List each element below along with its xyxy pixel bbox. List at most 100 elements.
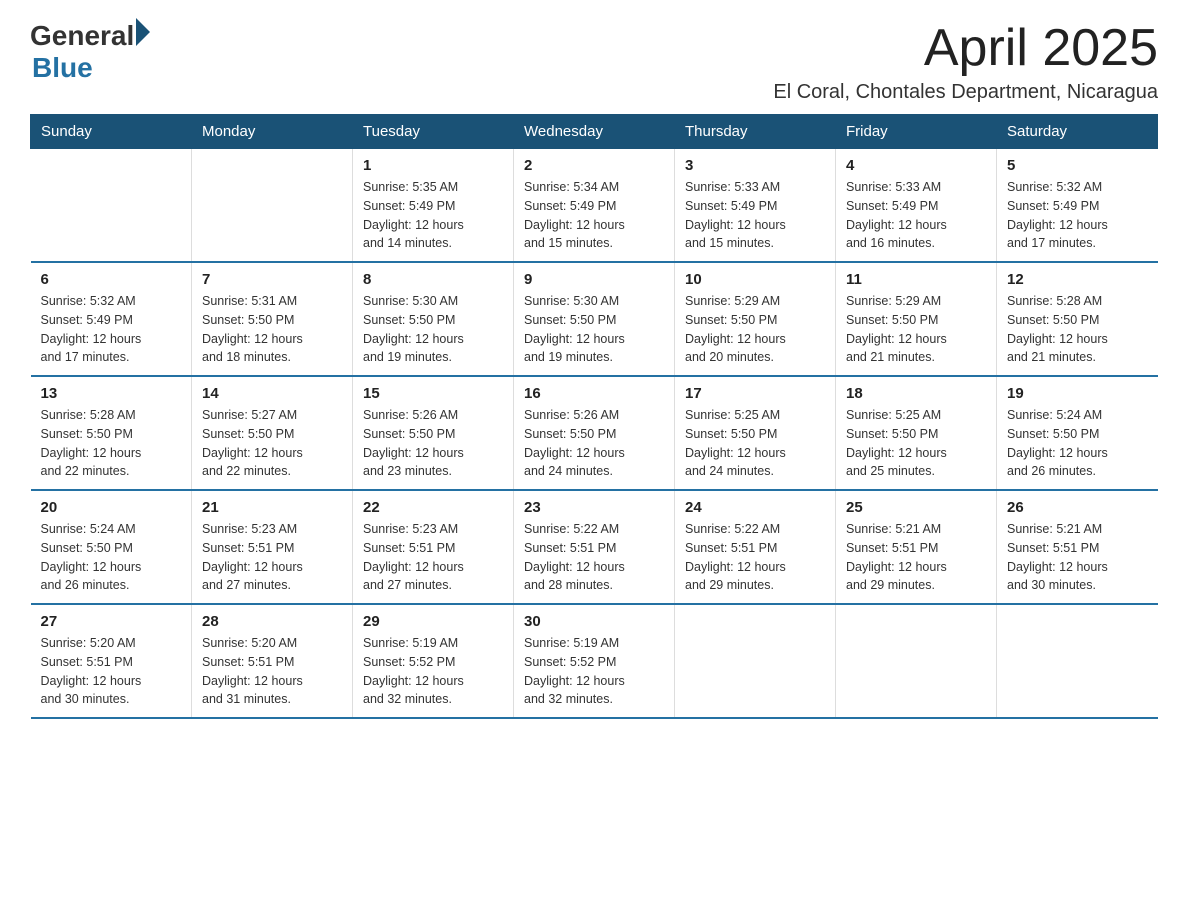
weekday-header-wednesday: Wednesday [514, 115, 675, 149]
day-info: Sunrise: 5:28 AMSunset: 5:50 PMDaylight:… [41, 406, 182, 481]
day-number: 4 [846, 157, 986, 174]
day-number: 6 [41, 271, 182, 288]
day-info: Sunrise: 5:23 AMSunset: 5:51 PMDaylight:… [202, 520, 342, 595]
day-info: Sunrise: 5:23 AMSunset: 5:51 PMDaylight:… [363, 520, 503, 595]
day-info: Sunrise: 5:34 AMSunset: 5:49 PMDaylight:… [524, 178, 664, 253]
day-info: Sunrise: 5:29 AMSunset: 5:50 PMDaylight:… [846, 292, 986, 367]
calendar-cell: 2 Sunrise: 5:34 AMSunset: 5:49 PMDaylight… [514, 149, 675, 263]
calendar-cell: 5 Sunrise: 5:32 AMSunset: 5:49 PMDaylight… [997, 149, 1158, 263]
day-number: 14 [202, 385, 342, 402]
weekday-header-tuesday: Tuesday [353, 115, 514, 149]
day-info: Sunrise: 5:24 AMSunset: 5:50 PMDaylight:… [41, 520, 182, 595]
calendar-cell: 26 Sunrise: 5:21 AMSunset: 5:51 PMDayligh… [997, 490, 1158, 604]
calendar-cell [675, 604, 836, 718]
calendar-cell: 29 Sunrise: 5:19 AMSunset: 5:52 PMDayligh… [353, 604, 514, 718]
day-number: 11 [846, 271, 986, 288]
day-number: 2 [524, 157, 664, 174]
logo-text-general: General [30, 20, 134, 52]
day-info: Sunrise: 5:21 AMSunset: 5:51 PMDaylight:… [1007, 520, 1148, 595]
day-number: 29 [363, 613, 503, 630]
day-info: Sunrise: 5:20 AMSunset: 5:51 PMDaylight:… [41, 634, 182, 709]
day-info: Sunrise: 5:29 AMSunset: 5:50 PMDaylight:… [685, 292, 825, 367]
day-info: Sunrise: 5:26 AMSunset: 5:50 PMDaylight:… [363, 406, 503, 481]
day-info: Sunrise: 5:24 AMSunset: 5:50 PMDaylight:… [1007, 406, 1148, 481]
calendar-cell: 24 Sunrise: 5:22 AMSunset: 5:51 PMDayligh… [675, 490, 836, 604]
calendar-cell: 6 Sunrise: 5:32 AMSunset: 5:49 PMDaylight… [31, 262, 192, 376]
calendar-cell: 20 Sunrise: 5:24 AMSunset: 5:50 PMDayligh… [31, 490, 192, 604]
day-number: 10 [685, 271, 825, 288]
day-number: 25 [846, 499, 986, 516]
day-number: 8 [363, 271, 503, 288]
logo-arrow-icon [136, 18, 150, 46]
day-info: Sunrise: 5:28 AMSunset: 5:50 PMDaylight:… [1007, 292, 1148, 367]
calendar-cell: 21 Sunrise: 5:23 AMSunset: 5:51 PMDayligh… [192, 490, 353, 604]
day-number: 3 [685, 157, 825, 174]
calendar-cell: 15 Sunrise: 5:26 AMSunset: 5:50 PMDayligh… [353, 376, 514, 490]
calendar-cell: 12Sunrise: 5:28 AMSunset: 5:50 PMDayligh… [997, 262, 1158, 376]
day-info: Sunrise: 5:31 AMSunset: 5:50 PMDaylight:… [202, 292, 342, 367]
day-number: 26 [1007, 499, 1148, 516]
logo: General Blue [30, 20, 150, 84]
weekday-header-saturday: Saturday [997, 115, 1158, 149]
day-info: Sunrise: 5:32 AMSunset: 5:49 PMDaylight:… [41, 292, 182, 367]
calendar-cell: 19 Sunrise: 5:24 AMSunset: 5:50 PMDayligh… [997, 376, 1158, 490]
calendar-cell: 7Sunrise: 5:31 AMSunset: 5:50 PMDaylight… [192, 262, 353, 376]
calendar-table: SundayMondayTuesdayWednesdayThursdayFrid… [30, 114, 1158, 719]
day-info: Sunrise: 5:35 AMSunset: 5:49 PMDaylight:… [363, 178, 503, 253]
location-title: El Coral, Chontales Department, Nicaragu… [773, 81, 1158, 104]
day-info: Sunrise: 5:25 AMSunset: 5:50 PMDaylight:… [685, 406, 825, 481]
day-number: 15 [363, 385, 503, 402]
calendar-cell [31, 149, 192, 263]
day-info: Sunrise: 5:32 AMSunset: 5:49 PMDaylight:… [1007, 178, 1148, 253]
day-number: 5 [1007, 157, 1148, 174]
day-number: 13 [41, 385, 182, 402]
day-number: 21 [202, 499, 342, 516]
calendar-cell: 22Sunrise: 5:23 AMSunset: 5:51 PMDayligh… [353, 490, 514, 604]
calendar-cell: 9 Sunrise: 5:30 AMSunset: 5:50 PMDaylight… [514, 262, 675, 376]
weekday-header-monday: Monday [192, 115, 353, 149]
calendar-week-row: 27 Sunrise: 5:20 AMSunset: 5:51 PMDayligh… [31, 604, 1158, 718]
calendar-cell: 11 Sunrise: 5:29 AMSunset: 5:50 PMDayligh… [836, 262, 997, 376]
calendar-header-row: SundayMondayTuesdayWednesdayThursdayFrid… [31, 115, 1158, 149]
day-number: 27 [41, 613, 182, 630]
weekday-header-sunday: Sunday [31, 115, 192, 149]
calendar-cell: 17Sunrise: 5:25 AMSunset: 5:50 PMDayligh… [675, 376, 836, 490]
day-info: Sunrise: 5:22 AMSunset: 5:51 PMDaylight:… [524, 520, 664, 595]
day-number: 19 [1007, 385, 1148, 402]
calendar-cell: 3 Sunrise: 5:33 AMSunset: 5:49 PMDaylight… [675, 149, 836, 263]
calendar-cell: 4 Sunrise: 5:33 AMSunset: 5:49 PMDaylight… [836, 149, 997, 263]
calendar-cell [192, 149, 353, 263]
day-info: Sunrise: 5:19 AMSunset: 5:52 PMDaylight:… [363, 634, 503, 709]
day-info: Sunrise: 5:21 AMSunset: 5:51 PMDaylight:… [846, 520, 986, 595]
title-section: April 2025 El Coral, Chontales Departmen… [773, 20, 1158, 104]
calendar-cell: 27 Sunrise: 5:20 AMSunset: 5:51 PMDayligh… [31, 604, 192, 718]
day-number: 28 [202, 613, 342, 630]
calendar-cell: 28 Sunrise: 5:20 AMSunset: 5:51 PMDayligh… [192, 604, 353, 718]
day-info: Sunrise: 5:30 AMSunset: 5:50 PMDaylight:… [524, 292, 664, 367]
month-title: April 2025 [773, 20, 1158, 77]
day-info: Sunrise: 5:22 AMSunset: 5:51 PMDaylight:… [685, 520, 825, 595]
day-info: Sunrise: 5:33 AMSunset: 5:49 PMDaylight:… [685, 178, 825, 253]
day-number: 20 [41, 499, 182, 516]
logo-text-blue: Blue [32, 52, 150, 84]
day-info: Sunrise: 5:19 AMSunset: 5:52 PMDaylight:… [524, 634, 664, 709]
calendar-cell: 18Sunrise: 5:25 AMSunset: 5:50 PMDayligh… [836, 376, 997, 490]
calendar-cell: 16Sunrise: 5:26 AMSunset: 5:50 PMDayligh… [514, 376, 675, 490]
day-number: 30 [524, 613, 664, 630]
calendar-cell: 25 Sunrise: 5:21 AMSunset: 5:51 PMDayligh… [836, 490, 997, 604]
weekday-header-friday: Friday [836, 115, 997, 149]
calendar-cell [997, 604, 1158, 718]
calendar-cell: 8 Sunrise: 5:30 AMSunset: 5:50 PMDaylight… [353, 262, 514, 376]
calendar-cell: 23 Sunrise: 5:22 AMSunset: 5:51 PMDayligh… [514, 490, 675, 604]
calendar-cell: 30 Sunrise: 5:19 AMSunset: 5:52 PMDayligh… [514, 604, 675, 718]
day-number: 1 [363, 157, 503, 174]
day-info: Sunrise: 5:20 AMSunset: 5:51 PMDaylight:… [202, 634, 342, 709]
day-number: 23 [524, 499, 664, 516]
calendar-cell [836, 604, 997, 718]
day-info: Sunrise: 5:26 AMSunset: 5:50 PMDaylight:… [524, 406, 664, 481]
day-info: Sunrise: 5:33 AMSunset: 5:49 PMDaylight:… [846, 178, 986, 253]
day-number: 24 [685, 499, 825, 516]
day-info: Sunrise: 5:25 AMSunset: 5:50 PMDaylight:… [846, 406, 986, 481]
day-number: 9 [524, 271, 664, 288]
day-info: Sunrise: 5:30 AMSunset: 5:50 PMDaylight:… [363, 292, 503, 367]
